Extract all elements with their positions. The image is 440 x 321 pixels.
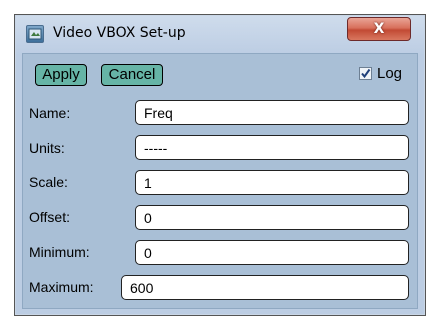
- scale-label: Scale:: [29, 174, 68, 190]
- checkmark-icon: [361, 68, 371, 79]
- window-title: Video VBOX Set-up: [53, 25, 186, 41]
- log-label: Log: [377, 65, 403, 82]
- dialog-content: Apply Cancel Log Name: Units: Scale: Off…: [22, 53, 418, 309]
- minimum-label: Minimum:: [29, 244, 90, 260]
- units-field[interactable]: [135, 135, 409, 160]
- setup-dialog-window: Video VBOX Set-up X Apply Cancel Log Nam…: [14, 14, 426, 316]
- offset-label: Offset:: [29, 209, 70, 225]
- apply-button[interactable]: Apply: [35, 64, 87, 86]
- close-button[interactable]: X: [347, 17, 411, 41]
- units-label: Units:: [29, 140, 65, 156]
- maximum-field[interactable]: [121, 275, 409, 300]
- scale-field[interactable]: [135, 170, 409, 195]
- log-checkbox[interactable]: [359, 67, 372, 80]
- minimum-field[interactable]: [135, 240, 409, 265]
- title-bar[interactable]: Video VBOX Set-up X: [15, 15, 425, 53]
- cancel-button[interactable]: Cancel: [101, 64, 163, 86]
- offset-field[interactable]: [135, 205, 409, 230]
- name-field[interactable]: [135, 100, 409, 125]
- maximum-label: Maximum:: [29, 279, 94, 295]
- name-label: Name:: [29, 105, 71, 121]
- app-icon: [26, 25, 44, 43]
